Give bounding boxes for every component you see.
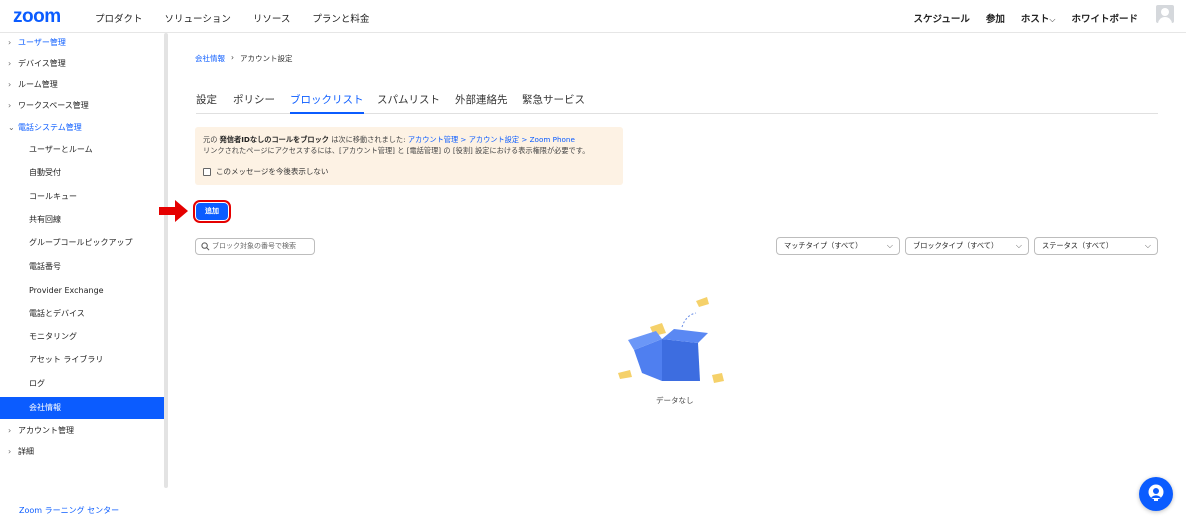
tab-emergency-services[interactable]: 緊急サービス [522, 92, 585, 114]
notice-prefix: 元の [203, 135, 220, 144]
sidebar-item-label: ルーム管理 [18, 80, 58, 89]
learning-center-link[interactable]: Zoom ラーニング センター [19, 505, 119, 516]
sidebar-item-user-management[interactable]: › ユーザー管理 [0, 32, 164, 54]
support-agent-icon [1148, 484, 1164, 501]
breadcrumb-company-info[interactable]: 会社情報 [195, 53, 225, 64]
search-icon [201, 242, 210, 251]
sidebar-item-label: デバイス管理 [18, 59, 66, 68]
chevron-right-icon: › [8, 447, 12, 456]
zoom-logo[interactable]: zoom [13, 6, 61, 28]
sidebar-item-workspace-management[interactable]: › ワークスペース管理 [0, 95, 164, 117]
sidebar-item-monitoring[interactable]: モニタリング [0, 326, 164, 348]
nav-whiteboard[interactable]: ホワイトボード [1071, 11, 1138, 25]
top-nav-right: スケジュール 参加 ホスト⌵ ホワイトボード [914, 11, 1138, 25]
sidebar-item-company-info[interactable]: 会社情報 [0, 397, 164, 419]
sidebar-item-label: 詳細 [18, 447, 34, 456]
add-button[interactable]: 追加 [193, 200, 231, 223]
notice-settings-link[interactable]: アカウント管理 > アカウント設定 > Zoom Phone [408, 135, 575, 144]
sidebar-item-call-queue[interactable]: コールキュー [0, 186, 164, 208]
empty-state-label: データなし [656, 396, 694, 405]
sidebar-item-label: ワークスペース管理 [18, 101, 89, 110]
sidebar-item-room-management[interactable]: › ルーム管理 [0, 74, 164, 96]
chevron-right-icon: › [8, 38, 12, 47]
sidebar-item-group-call-pickup[interactable]: グループコールピックアップ [0, 232, 164, 254]
sidebar-item-label: 電話システム管理 [18, 123, 82, 132]
sidebar-item-shared-lines[interactable]: 共有回線 [0, 209, 164, 231]
nav-host[interactable]: ホスト⌵ [1021, 11, 1056, 25]
sidebar-item-logs[interactable]: ログ [0, 373, 164, 395]
nav-plans-pricing[interactable]: プランと料金 [312, 11, 369, 25]
block-number-search-input[interactable]: ブロック対象の番号で検索 [195, 238, 315, 255]
tab-block-list[interactable]: ブロックリスト [290, 92, 364, 114]
sidebar-item-account-management[interactable]: › アカウント管理 [0, 420, 164, 442]
nav-solutions[interactable]: ソリューション [165, 11, 231, 25]
search-placeholder: ブロック対象の番号で検索 [212, 242, 296, 250]
sidebar-item-phone-system-management[interactable]: ⌄ 電話システム管理 [0, 117, 164, 139]
tab-external-contacts[interactable]: 外部連絡先 [455, 92, 508, 114]
sidebar-item-label: ユーザー管理 [18, 38, 66, 47]
chevron-down-icon: ⌵ [1144, 241, 1151, 250]
notice-middle: は次に移動されました: [328, 135, 408, 144]
match-type-dropdown[interactable]: マッチタイプ（すべて） ⌵ [776, 237, 900, 255]
sidebar-scrollbar[interactable] [164, 33, 168, 488]
notice-setting-name: 発信者IDなしのコールをブロック [219, 135, 329, 144]
chevron-down-icon: ⌵ [886, 241, 893, 250]
sidebar-item-auto-receptionist[interactable]: 自動受付 [0, 162, 164, 184]
match-type-value: マッチタイプ（すべて） [784, 241, 863, 250]
notice-line-2: リンクされたページにアクセスするには、[アカウント管理] と [電話管理] の … [203, 145, 590, 155]
user-avatar-icon[interactable] [1156, 5, 1174, 23]
sidebar-item-advanced[interactable]: › 詳細 [0, 441, 164, 463]
breadcrumb-separator: › [231, 53, 234, 62]
chevron-right-icon: › [8, 426, 12, 435]
tab-policy[interactable]: ポリシー [233, 92, 275, 114]
avatar-body [1158, 17, 1172, 23]
tab-spam-list[interactable]: スパムリスト [377, 92, 440, 114]
breadcrumb: 会社情報 › アカウント設定 [195, 53, 293, 64]
tab-bar: 設定 ポリシー ブロックリスト スパムリスト 外部連絡先 緊急サービス [196, 92, 1158, 114]
nav-resources[interactable]: リソース [253, 11, 291, 25]
chevron-down-icon: ⌵ [1049, 15, 1056, 24]
top-nav-left: プロダクト ソリューション リソース プランと料金 [95, 11, 369, 25]
sidebar-item-phone-numbers[interactable]: 電話番号 [0, 256, 164, 278]
nav-host-label: ホスト [1020, 14, 1050, 25]
chevron-right-icon: › [8, 101, 12, 110]
chevron-down-icon: ⌄ [8, 123, 15, 132]
chevron-right-icon: › [8, 80, 12, 89]
block-type-dropdown[interactable]: ブロックタイプ（すべて） ⌵ [905, 237, 1029, 255]
breadcrumb-account-settings: アカウント設定 [240, 54, 293, 63]
empty-box-icon [618, 297, 724, 383]
status-value: ステータス（すべて） [1042, 241, 1114, 250]
sidebar-item-device-management[interactable]: › デバイス管理 [0, 53, 164, 75]
block-type-value: ブロックタイプ（すべて） [913, 241, 999, 250]
nav-join[interactable]: 参加 [986, 11, 1005, 25]
status-dropdown[interactable]: ステータス（すべて） ⌵ [1034, 237, 1158, 255]
top-navigation: zoom プロダクト ソリューション リソース プランと料金 スケジュール 参加… [0, 0, 1186, 33]
sidebar-item-provider-exchange[interactable]: Provider Exchange [0, 280, 164, 302]
notice-line-1: 元の 発信者IDなしのコールをブロック は次に移動されました: アカウント管理 … [203, 135, 615, 146]
chevron-down-icon: ⌵ [1015, 241, 1022, 250]
chevron-right-icon: › [8, 59, 12, 68]
moved-setting-notice: 元の 発信者IDなしのコールをブロック は次に移動されました: アカウント管理 … [195, 127, 623, 185]
tab-settings[interactable]: 設定 [196, 92, 217, 114]
nav-products[interactable]: プロダクト [95, 11, 143, 25]
dont-show-again-row[interactable]: このメッセージを今後表示しない [203, 167, 328, 178]
sidebar-item-asset-library[interactable]: アセット ライブラリ [0, 349, 164, 371]
sidebar-item-label: アカウント管理 [18, 426, 74, 435]
help-chat-button[interactable] [1139, 477, 1173, 511]
avatar-head [1161, 8, 1169, 16]
red-arrow-icon [159, 200, 188, 222]
nav-schedule[interactable]: スケジュール [914, 11, 970, 25]
sidebar-item-phones-devices[interactable]: 電話とデバイス [0, 303, 164, 325]
dont-show-again-checkbox[interactable] [203, 168, 211, 177]
sidebar-item-users-rooms[interactable]: ユーザーとルーム [0, 139, 164, 161]
dont-show-again-label: このメッセージを今後表示しない [216, 167, 329, 176]
